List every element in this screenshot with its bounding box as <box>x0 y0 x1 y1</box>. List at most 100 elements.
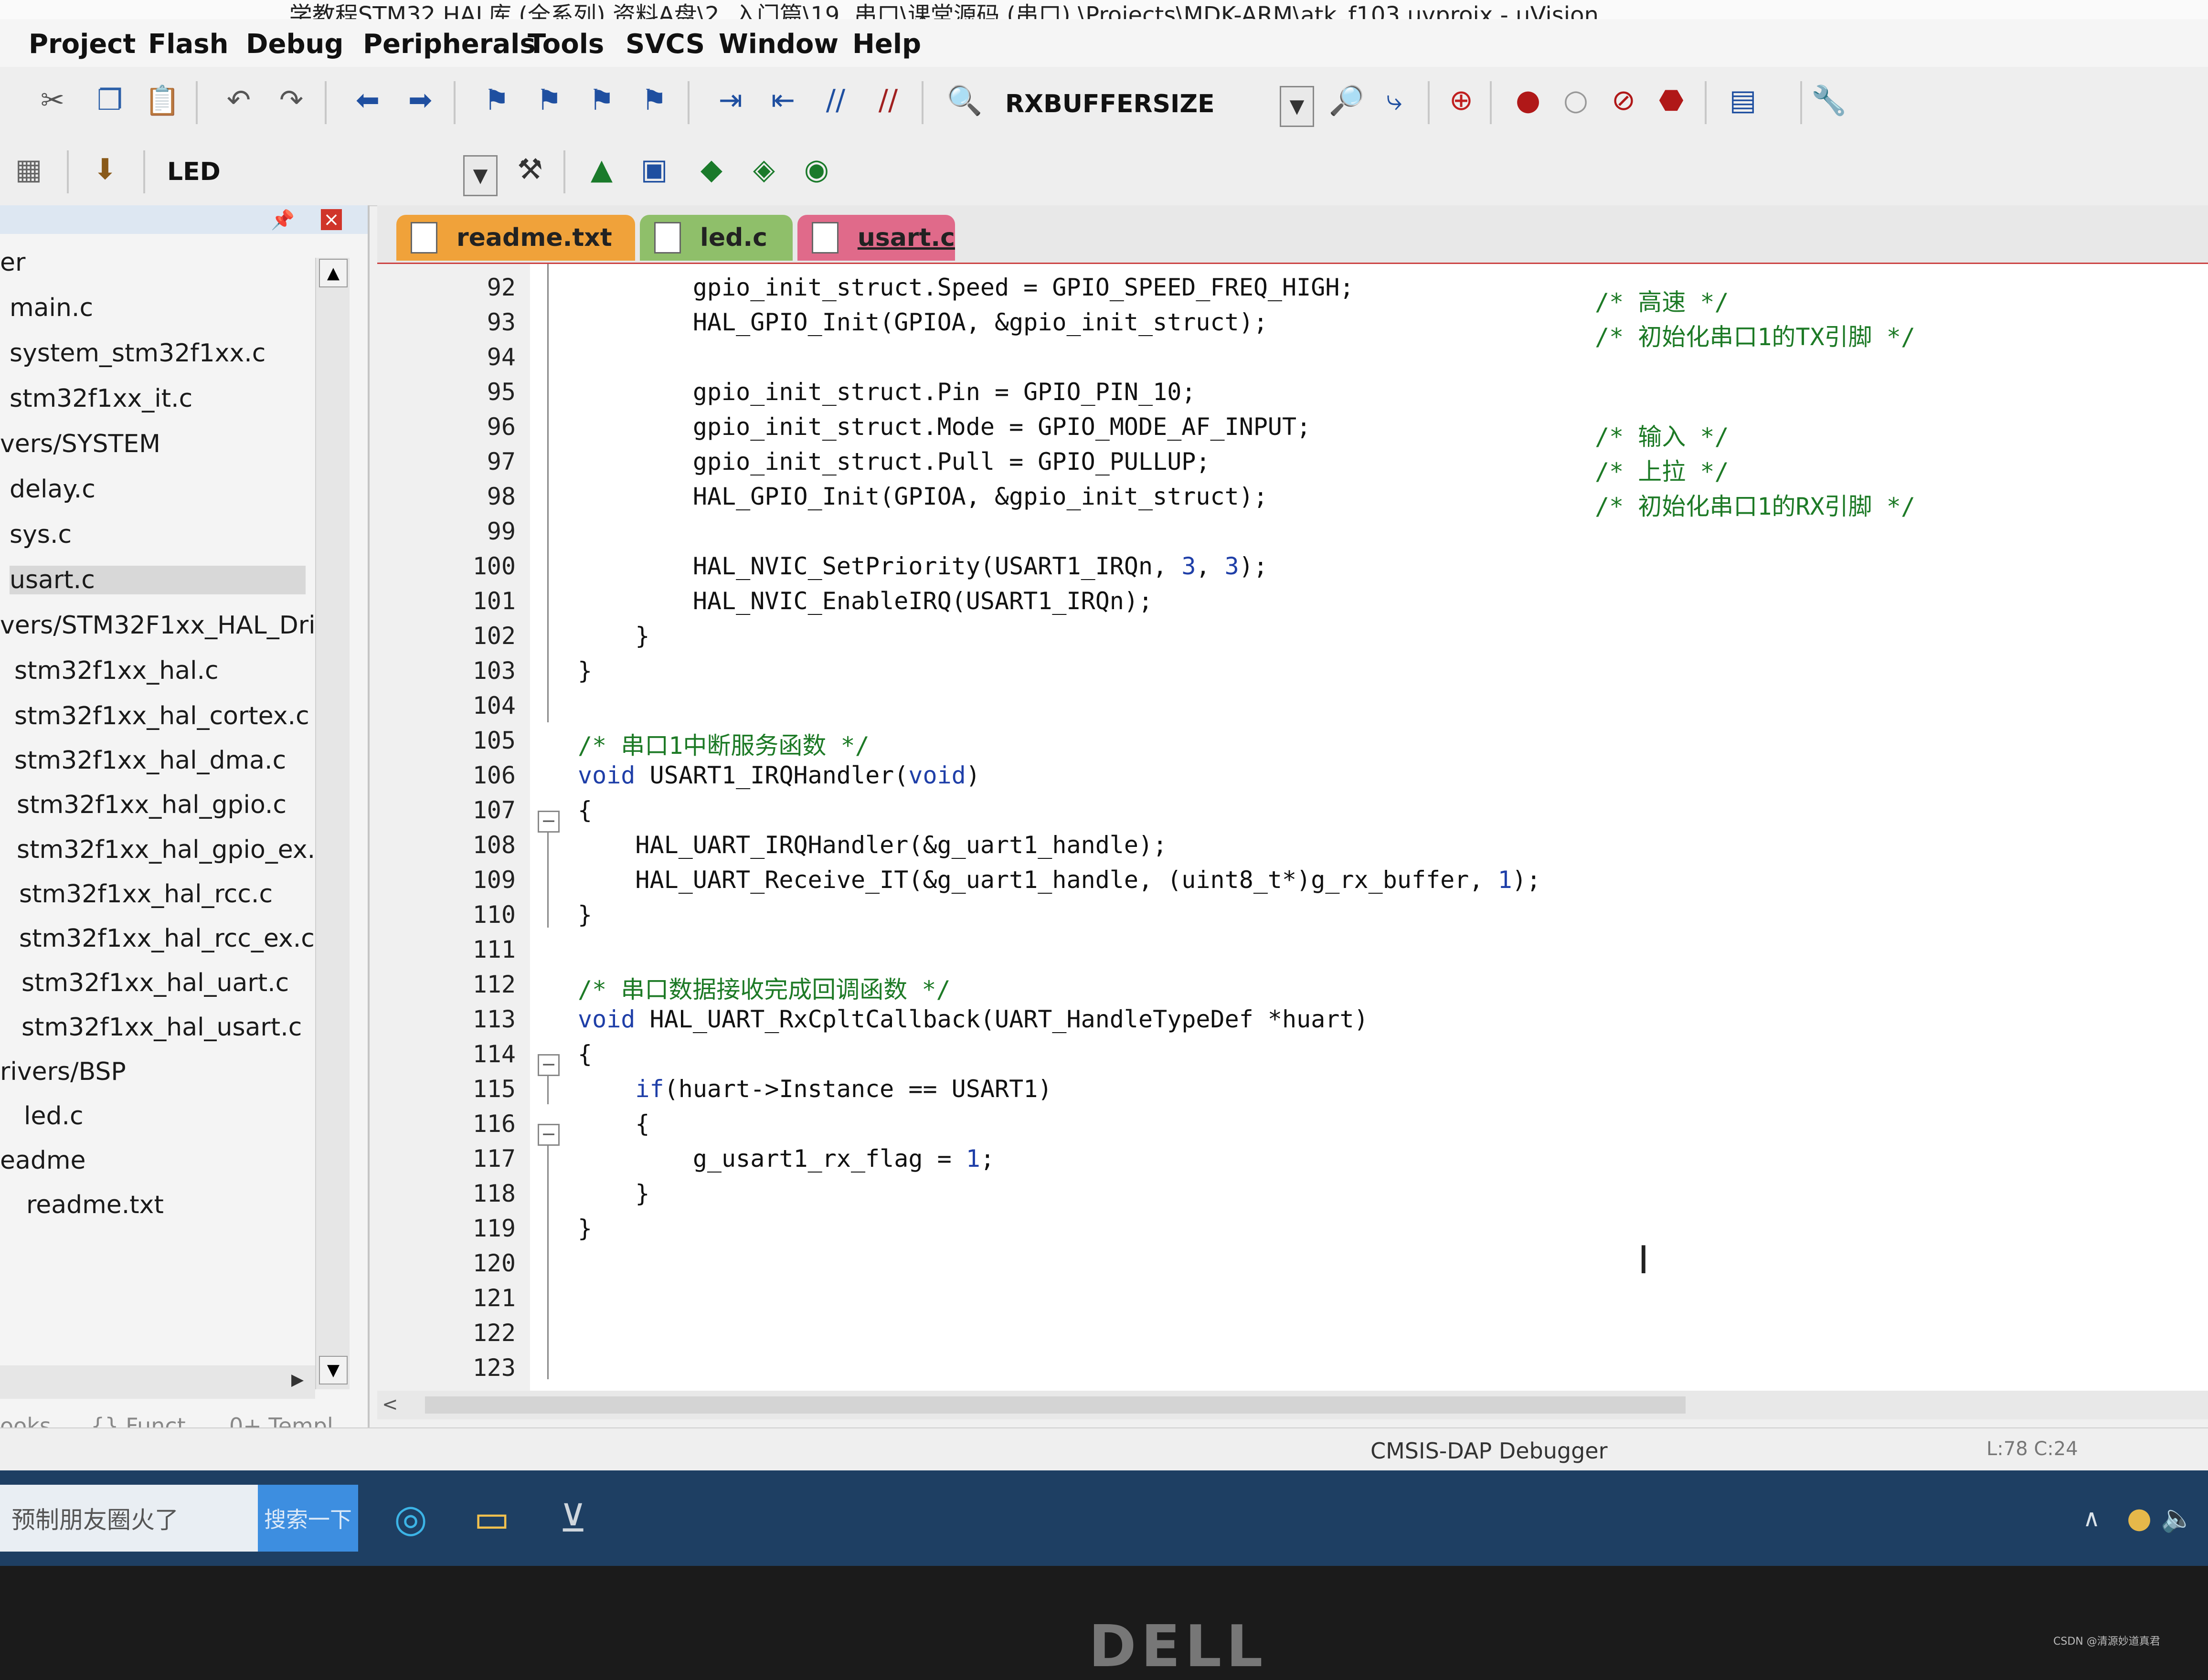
find-icon[interactable]: 🔎 <box>1327 81 1366 119</box>
fold-guide <box>547 832 549 928</box>
pack-installer-icon[interactable]: ◈ <box>745 150 783 189</box>
load-icon[interactable]: ⬇ <box>86 150 124 189</box>
code-editor[interactable]: 92 93 94 95 96 97 98 99 100 101 102 103 … <box>377 263 2208 1419</box>
incremental-find-icon[interactable]: ⤷ <box>1375 81 1413 119</box>
tree-file[interactable]: sys.c <box>10 520 72 549</box>
editor-horizontal-scrollbar[interactable]: < <box>377 1391 2208 1419</box>
kill-breakpoints-icon[interactable]: ⬣ <box>1652 81 1690 119</box>
tree-file[interactable]: stm32f1xx_hal_uart.c <box>21 969 289 997</box>
file-explorer-icon[interactable]: ▭ <box>463 1490 520 1547</box>
indent-icon[interactable]: ⇥ <box>711 81 750 119</box>
fold-collapse-icon[interactable]: − <box>538 1124 560 1146</box>
redo-icon[interactable]: ↷ <box>272 81 310 119</box>
status-bar: CMSIS-DAP Debugger L:78 C:24 <box>0 1427 2208 1471</box>
nav-back-icon[interactable]: ⬅ <box>349 81 387 119</box>
rte-icon[interactable]: ◆ <box>692 150 731 189</box>
fold-collapse-icon[interactable]: − <box>538 1054 560 1076</box>
menu-svcs[interactable]: SVCS <box>626 29 705 60</box>
tree-file-selected[interactable]: usart.c <box>10 566 306 594</box>
scroll-right-icon[interactable]: ▶ <box>291 1370 304 1389</box>
manage-project-icon[interactable]: ▲ <box>583 150 621 189</box>
fold-guide <box>547 1076 549 1104</box>
disable-breakpoints-icon[interactable]: ⊘ <box>1604 81 1643 119</box>
select-packs-icon[interactable]: ▣ <box>635 150 673 189</box>
menu-debug[interactable]: Debug <box>246 29 344 60</box>
tree-file[interactable]: main.c <box>10 294 93 322</box>
device-icon[interactable]: ◉ <box>797 150 836 189</box>
tree-file[interactable]: stm32f1xx_hal_dma.c <box>14 746 286 775</box>
code-line: { <box>578 1040 593 1068</box>
menu-peripherals[interactable]: Peripherals <box>363 29 536 60</box>
code-line: } <box>578 1180 650 1207</box>
bookmark-icon[interactable]: ⚑ <box>478 81 516 119</box>
tree-file[interactable]: stm32f1xx_hal_gpio.c <box>17 791 287 819</box>
tree-file[interactable]: stm32f1xx_it.c <box>10 384 192 413</box>
line-number: 123 <box>472 1354 516 1382</box>
copy-icon[interactable]: ❐ <box>91 81 129 119</box>
tab-led[interactable]: led.c <box>640 215 793 261</box>
taskbar-search-input[interactable]: 预制朋友圈火了 <box>0 1485 258 1552</box>
scroll-up-icon[interactable]: ▲ <box>319 259 348 287</box>
tab-readme[interactable]: readme.txt <box>396 215 635 261</box>
cut-icon[interactable]: ✂ <box>33 81 72 119</box>
insert-breakpoint-icon[interactable]: ● <box>1509 81 1547 119</box>
prev-bookmark-icon[interactable]: ⚑ <box>530 81 568 119</box>
tree-file[interactable]: stm32f1xx_hal_gpio_ex.c <box>17 835 329 864</box>
tree-group[interactable]: eadme <box>0 1146 86 1175</box>
fold-collapse-icon[interactable]: − <box>538 811 560 833</box>
menu-flash[interactable]: Flash <box>148 29 228 60</box>
tree-group[interactable]: vers/STM32F1xx_HAL_Driv <box>0 611 330 640</box>
translate-icon[interactable]: ▦ <box>10 150 48 189</box>
menu-help[interactable]: Help <box>852 29 921 60</box>
enable-breakpoint-icon[interactable]: ○ <box>1557 81 1595 119</box>
tab-usart-active[interactable]: usart.c <box>797 215 955 261</box>
undo-icon[interactable]: ↶ <box>220 81 258 119</box>
menu-window[interactable]: Window <box>719 29 839 60</box>
menu-tools[interactable]: Tools <box>528 29 604 60</box>
scroll-left-icon[interactable]: < <box>382 1394 398 1416</box>
tree-file[interactable]: stm32f1xx_hal_rcc_ex.c <box>19 924 315 953</box>
scroll-down-icon[interactable]: ▼ <box>319 1356 348 1384</box>
tree-group[interactable]: er <box>0 248 25 277</box>
tree-file[interactable]: readme.txt <box>26 1191 164 1219</box>
find-in-files-icon[interactable]: 🔍 <box>945 81 984 119</box>
tree-file[interactable]: stm32f1xx_hal_rcc.c <box>19 880 273 909</box>
configure-icon[interactable]: 🔧 <box>1810 81 1848 119</box>
project-vertical-scrollbar[interactable]: ▲ ▼ <box>315 258 350 1389</box>
tree-file[interactable]: stm32f1xx_hal.c <box>14 656 219 685</box>
target-dropdown[interactable]: ▼ <box>463 155 498 196</box>
unindent-icon[interactable]: ⇤ <box>764 81 802 119</box>
tree-file[interactable]: delay.c <box>10 475 96 504</box>
find-dropdown[interactable]: ▼ <box>1280 86 1314 127</box>
target-options-icon[interactable]: ⚒ <box>511 150 549 189</box>
tree-file[interactable]: system_stm32f1xx.c <box>10 339 265 368</box>
window-config-icon[interactable]: ▤ <box>1724 81 1762 119</box>
tree-file[interactable]: stm32f1xx_hal_usart.c <box>21 1013 302 1042</box>
menu-project[interactable]: Project <box>29 29 136 60</box>
keil-icon[interactable]: ⊻ <box>544 1490 602 1547</box>
pin-icon[interactable]: 📌 <box>271 209 295 231</box>
line-number: 106 <box>472 761 516 789</box>
volume-icon[interactable]: 🔈 <box>2149 1490 2206 1547</box>
close-icon[interactable]: × <box>321 209 342 231</box>
code-comment: /* 串口1中断服务函数 */ <box>578 732 870 760</box>
tab-label: readme.txt <box>456 223 612 252</box>
tree-file[interactable]: led.c <box>24 1102 84 1131</box>
project-horizontal-scrollbar[interactable]: ▶ <box>0 1365 315 1399</box>
target-select[interactable]: LED <box>167 158 221 186</box>
clear-bookmarks-icon[interactable]: ⚑ <box>635 81 673 119</box>
find-text-combo[interactable]: RXBUFFERSIZE <box>1005 90 1215 118</box>
code-line: HAL_UART_IRQHandler(&g_uart1_handle); <box>578 831 1168 859</box>
tree-file[interactable]: stm32f1xx_hal_cortex.c <box>14 702 309 730</box>
scroll-thumb[interactable] <box>425 1396 1686 1414</box>
tree-group[interactable]: rivers/BSP <box>0 1057 126 1086</box>
uncomment-icon[interactable]: // <box>869 81 907 119</box>
comment-icon[interactable]: // <box>817 81 855 119</box>
next-bookmark-icon[interactable]: ⚑ <box>583 81 621 119</box>
paste-icon[interactable]: 📋 <box>143 81 181 119</box>
edge-icon[interactable]: ◎ <box>382 1490 439 1547</box>
debug-session-icon[interactable]: ⊕ <box>1442 81 1480 119</box>
taskbar-search-button[interactable]: 搜索一下 <box>258 1485 358 1552</box>
tree-group[interactable]: vers/SYSTEM <box>0 430 160 458</box>
nav-forward-icon[interactable]: ➡ <box>401 81 439 119</box>
